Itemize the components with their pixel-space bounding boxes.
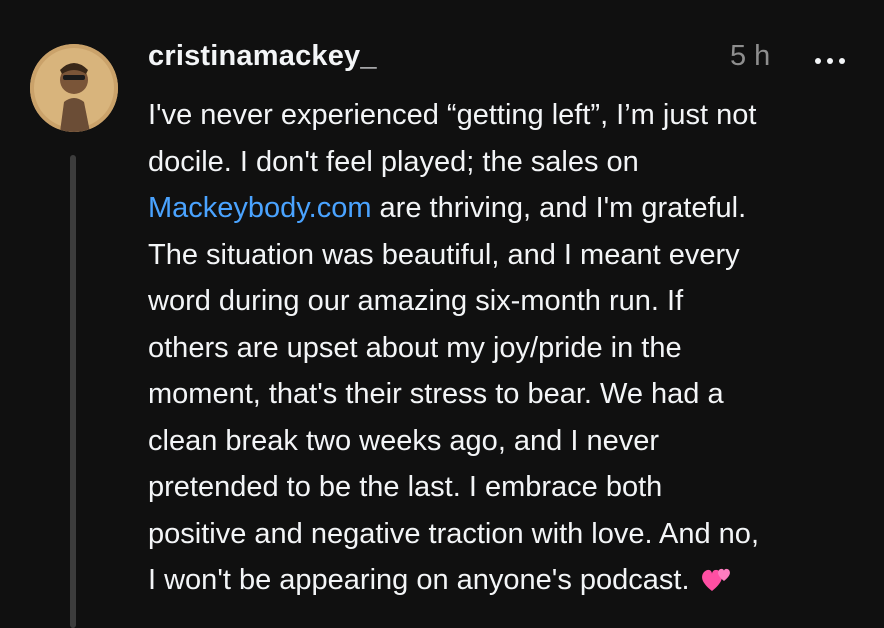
dot-icon [839,58,845,64]
thread-line [70,155,76,628]
timestamp: 5 h [730,40,771,72]
post-line: positive and negative traction with love… [148,517,759,550]
post-line: pretended to be the last. I embrace both [148,471,663,503]
website-link[interactable]: Mackeybody.com [148,192,372,224]
username[interactable]: cristinamackey_ [148,40,377,73]
post-text: I've never experienced “getting left”, I… [148,92,868,610]
dot-icon [827,58,833,64]
post-line: I won't be appearing on anyone's podcast… [148,557,868,610]
post-line: moment, that's their stress to bear. We … [148,378,724,410]
post-line: others are upset about my joy/pride in t… [148,331,682,364]
two-hearts-icon [700,563,734,610]
post-line: Mackeybody.com are thriving, and I'm gra… [148,185,868,232]
post-line: The situation was beautiful, and I meant… [148,238,740,271]
post-line-text: are thriving, and I'm grateful. [371,192,747,224]
dot-icon [815,58,821,64]
post-line: I've never experienced “getting left”, I… [148,99,757,131]
post-line: clean break two weeks ago, and I never [148,424,660,457]
profile-photo [30,44,118,132]
post-line: docile. I don't feel played; the sales o… [148,145,639,178]
post-line-text: I won't be appearing on anyone's podcast… [148,564,690,596]
more-options-button[interactable] [808,44,852,78]
avatar[interactable] [30,44,118,132]
post-line: word during our amazing six-month run. I… [148,285,684,317]
